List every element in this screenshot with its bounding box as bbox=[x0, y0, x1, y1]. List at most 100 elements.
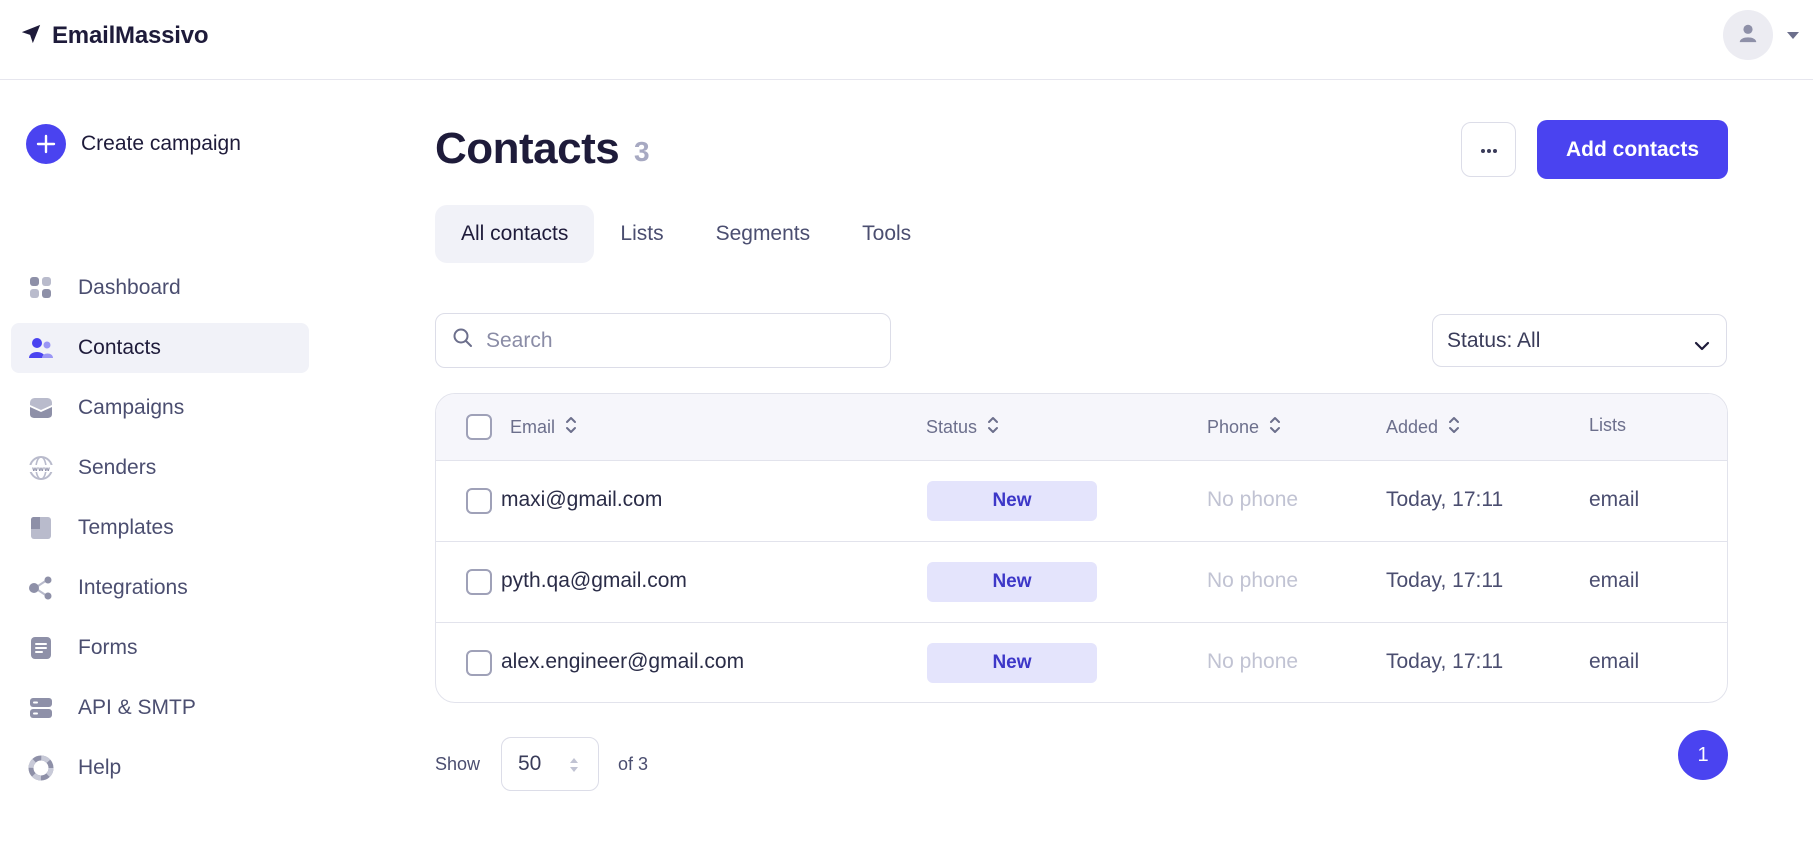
help-icon bbox=[28, 755, 54, 781]
ellipsis-icon bbox=[1480, 141, 1498, 159]
create-campaign-label: Create campaign bbox=[81, 132, 241, 155]
forms-icon bbox=[28, 635, 54, 661]
integrations-icon bbox=[28, 575, 54, 601]
search-box[interactable] bbox=[435, 313, 891, 368]
row-checkbox[interactable] bbox=[466, 569, 492, 595]
sort-icon bbox=[568, 755, 580, 781]
svg-text:www: www bbox=[32, 465, 50, 473]
chevron-down-icon bbox=[1694, 333, 1710, 357]
sidebar-item-integrations[interactable]: Integrations bbox=[11, 563, 309, 613]
column-header-label: Added bbox=[1386, 417, 1439, 437]
show-label: Show bbox=[435, 754, 481, 774]
contact-lists: email bbox=[1589, 488, 1640, 511]
contact-phone: No phone bbox=[1207, 650, 1299, 673]
table-row[interactable]: pyth.qa@gmail.com New No phone Today, 17… bbox=[436, 542, 1727, 623]
table-row[interactable]: maxi@gmail.com New No phone Today, 17:11… bbox=[436, 461, 1727, 542]
status-filter-value: Status: All bbox=[1447, 328, 1541, 352]
column-header-label: Email bbox=[510, 417, 556, 437]
table-row[interactable]: alex.engineer@gmail.com New No phone Tod… bbox=[436, 623, 1727, 702]
top-bar: EmailMassivo bbox=[0, 0, 1813, 80]
column-header-label: Phone bbox=[1207, 417, 1260, 437]
contact-phone: No phone bbox=[1207, 569, 1299, 592]
status-filter-select[interactable]: Status: All bbox=[1432, 314, 1727, 367]
sidebar-item-label: Templates bbox=[78, 516, 174, 539]
user-icon bbox=[1737, 22, 1759, 49]
sidebar-item-label: Contacts bbox=[78, 336, 161, 359]
sidebar-item-label: API & SMTP bbox=[78, 696, 196, 719]
sidebar-item-label: Dashboard bbox=[78, 276, 181, 299]
sidebar-item-dashboard[interactable]: Dashboard bbox=[11, 263, 309, 313]
sort-icon bbox=[1448, 415, 1460, 440]
sidebar-item-templates[interactable]: Templates bbox=[11, 503, 309, 553]
select-all-checkbox[interactable] bbox=[466, 414, 492, 440]
page-title: Contacts bbox=[435, 124, 620, 173]
page-button-current[interactable]: 1 bbox=[1678, 730, 1728, 780]
column-header-label: Lists bbox=[1589, 415, 1627, 435]
contact-email[interactable]: maxi@gmail.com bbox=[501, 488, 662, 512]
sidebar-item-label: Forms bbox=[78, 636, 138, 659]
senders-icon: www bbox=[28, 455, 54, 481]
status-badge: New bbox=[927, 562, 1097, 602]
status-badge: New bbox=[927, 643, 1097, 683]
search-input[interactable] bbox=[486, 328, 866, 353]
brand-name: EmailMassivo bbox=[52, 22, 209, 49]
campaigns-icon bbox=[28, 395, 54, 421]
sidebar-nav: Dashboard Contacts Campaigns www Senders… bbox=[11, 263, 309, 803]
row-checkbox[interactable] bbox=[466, 488, 492, 514]
sidebar-item-label: Senders bbox=[78, 456, 157, 479]
chevron-down-icon[interactable] bbox=[1786, 28, 1800, 46]
user-avatar[interactable] bbox=[1723, 10, 1773, 60]
contact-email[interactable]: pyth.qa@gmail.com bbox=[501, 569, 687, 593]
brand-logo[interactable]: EmailMassivo bbox=[20, 22, 209, 50]
sidebar-item-campaigns[interactable]: Campaigns bbox=[11, 383, 309, 433]
column-header-email[interactable]: Email bbox=[510, 415, 577, 440]
tab-segments[interactable]: Segments bbox=[690, 205, 837, 263]
page-size-value: 50 bbox=[518, 752, 542, 775]
sort-icon bbox=[565, 415, 577, 440]
sidebar-item-label: Integrations bbox=[78, 576, 188, 599]
contact-lists: email bbox=[1589, 650, 1640, 673]
sidebar: Create campaign Dashboard Contacts Campa… bbox=[0, 80, 320, 862]
dashboard-icon bbox=[28, 275, 54, 301]
column-header-lists: Lists bbox=[1589, 415, 1626, 436]
paper-plane-icon bbox=[20, 23, 42, 50]
plus-icon bbox=[26, 124, 66, 164]
contacts-icon bbox=[28, 335, 54, 361]
sidebar-item-help[interactable]: Help bbox=[11, 743, 309, 793]
status-badge: New bbox=[927, 481, 1097, 521]
tab-tools[interactable]: Tools bbox=[836, 205, 937, 263]
add-contacts-button[interactable]: Add contacts bbox=[1537, 120, 1728, 179]
templates-icon bbox=[28, 515, 54, 541]
sidebar-item-contacts[interactable]: Contacts bbox=[11, 323, 309, 373]
contacts-count: 3 bbox=[634, 136, 650, 167]
sidebar-item-label: Help bbox=[78, 756, 122, 779]
column-header-status[interactable]: Status bbox=[926, 415, 999, 440]
sidebar-item-forms[interactable]: Forms bbox=[11, 623, 309, 673]
contact-lists: email bbox=[1589, 569, 1640, 592]
contact-added: Today, 17:11 bbox=[1386, 650, 1504, 673]
api-smtp-icon bbox=[28, 695, 54, 721]
contacts-tabs: All contacts Lists Segments Tools bbox=[435, 205, 937, 263]
sidebar-item-label: Campaigns bbox=[78, 396, 185, 419]
tab-lists[interactable]: Lists bbox=[594, 205, 689, 263]
contact-added: Today, 17:11 bbox=[1386, 569, 1504, 592]
sidebar-item-api-smtp[interactable]: API & SMTP bbox=[11, 683, 309, 733]
page-size-select[interactable]: 50 bbox=[501, 737, 599, 791]
table-header: Email Status Phone Added Lists bbox=[436, 394, 1727, 461]
sort-icon bbox=[1269, 415, 1281, 440]
column-header-added[interactable]: Added bbox=[1386, 415, 1460, 440]
contact-added: Today, 17:11 bbox=[1386, 488, 1504, 511]
tab-all-contacts[interactable]: All contacts bbox=[435, 205, 595, 263]
sidebar-item-senders[interactable]: www Senders bbox=[11, 443, 309, 493]
create-campaign-button[interactable]: Create campaign bbox=[26, 124, 241, 164]
contact-email[interactable]: alex.engineer@gmail.com bbox=[501, 650, 744, 674]
sort-icon bbox=[987, 415, 999, 440]
search-icon bbox=[452, 327, 474, 354]
column-header-label: Status bbox=[926, 417, 978, 437]
more-options-button[interactable] bbox=[1461, 122, 1516, 177]
contacts-table: Email Status Phone Added Lists maxi@gmai… bbox=[435, 393, 1728, 703]
total-count-label: of 3 bbox=[618, 754, 649, 774]
row-checkbox[interactable] bbox=[466, 650, 492, 676]
column-header-phone[interactable]: Phone bbox=[1207, 415, 1281, 440]
contact-phone: No phone bbox=[1207, 488, 1299, 511]
